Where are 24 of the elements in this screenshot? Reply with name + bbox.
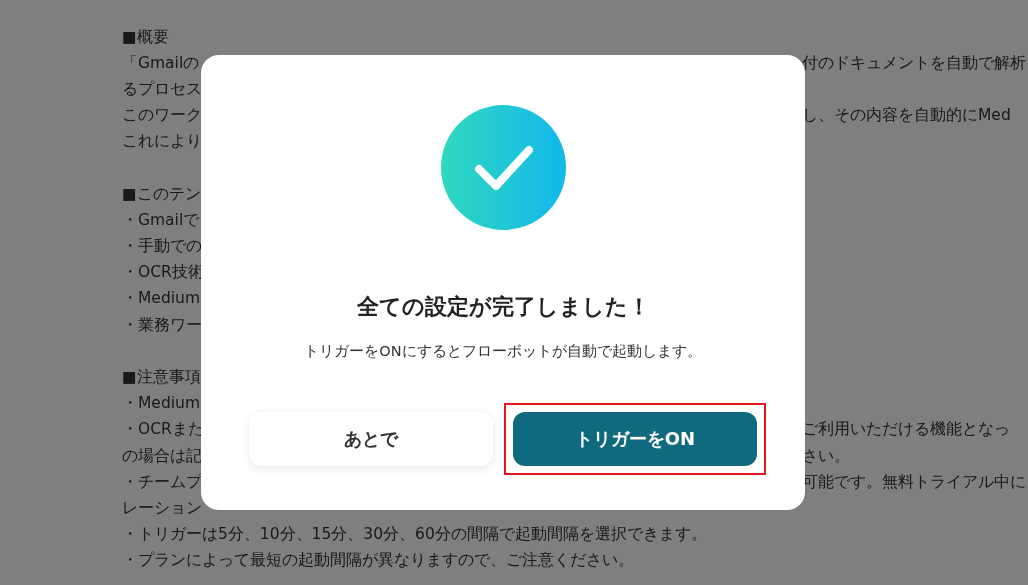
body-text: 「Gmailの bbox=[122, 52, 200, 74]
body-text: このワーク bbox=[122, 105, 202, 127]
body-text: ・手動での bbox=[122, 236, 202, 258]
body-text: の場合は記 bbox=[122, 445, 202, 467]
check-circle-icon bbox=[440, 105, 566, 230]
dialog-message: トリガーをONにするとフローボットが自動で起動します。 bbox=[304, 342, 702, 361]
body-text: ■概要 bbox=[122, 26, 169, 48]
body-text: し、その内容を自動的にMed bbox=[802, 105, 1011, 127]
trigger-on-button[interactable]: トリガーをON bbox=[513, 412, 757, 466]
body-text: ・プランによって最短の起動間隔が異なりますので、ご注意ください。 bbox=[122, 550, 634, 572]
body-text: ・チームプ bbox=[122, 471, 202, 493]
body-text: ・トリガーは5分、10分、15分、30分、60分の間隔で起動間隔を選択できます。 bbox=[122, 524, 707, 546]
body-text: ■このテン bbox=[122, 183, 201, 205]
dialog-title: 全ての設定が完了しました！ bbox=[356, 293, 650, 321]
body-text: ・Gmailで bbox=[122, 209, 200, 231]
body-text: ・業務ワー bbox=[122, 314, 202, 336]
body-text: るプロセス bbox=[122, 78, 202, 100]
later-button[interactable]: あとで bbox=[249, 412, 493, 466]
body-text: これにより bbox=[122, 131, 202, 153]
body-text: ・Medium bbox=[122, 393, 200, 415]
body-text: レーション bbox=[122, 497, 202, 519]
body-text: ■注意事項 bbox=[122, 367, 201, 389]
body-text: 付のドキュメントを自動で解析 bbox=[802, 52, 1026, 74]
body-text: ・Medium bbox=[122, 288, 200, 310]
